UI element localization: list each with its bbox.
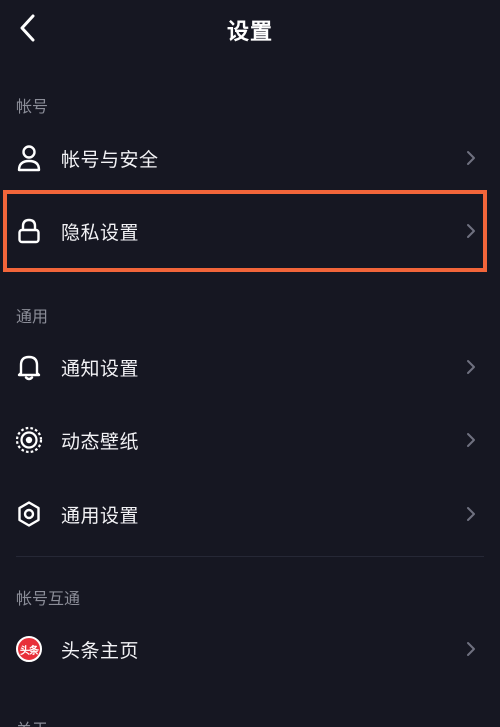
toutiao-logo-icon: 头条 <box>14 634 44 664</box>
header: 设置 <box>0 0 500 60</box>
user-icon <box>14 143 44 173</box>
section-title-general: 通用 <box>16 307 49 326</box>
lock-icon <box>14 216 44 246</box>
wallpaper-icon <box>14 425 44 455</box>
settings-item-toutiao-homepage[interactable]: 头条 头条主页 <box>0 619 500 679</box>
section-title-about: 关于 <box>16 716 48 727</box>
bell-icon <box>14 352 44 382</box>
settings-item-label: 隐私设置 <box>61 221 140 244</box>
divider <box>16 556 484 557</box>
settings-item-label: 通知设置 <box>61 357 140 380</box>
section-title-account-linking: 帐号互通 <box>16 589 81 608</box>
chevron-right-icon <box>464 221 478 241</box>
chevron-right-icon <box>464 504 478 524</box>
settings-item-account-security[interactable]: 帐号与安全 <box>0 128 500 188</box>
chevron-right-icon <box>464 148 478 168</box>
chevron-right-icon <box>464 357 478 377</box>
toutiao-badge: 头条 <box>16 636 42 662</box>
settings-item-live-wallpaper[interactable]: 动态壁纸 <box>0 410 500 470</box>
chevron-right-icon <box>464 639 478 659</box>
settings-item-label: 通用设置 <box>61 504 140 527</box>
section-title-account: 帐号 <box>16 97 49 116</box>
gear-icon <box>14 499 44 529</box>
settings-item-general[interactable]: 通用设置 <box>0 484 500 544</box>
settings-item-label: 动态壁纸 <box>61 430 140 453</box>
settings-item-privacy[interactable]: 隐私设置 <box>0 201 500 261</box>
chevron-right-icon <box>464 430 478 450</box>
settings-item-label: 帐号与安全 <box>61 148 159 171</box>
settings-screen: 设置 帐号 帐号与安全 隐私设置 通用 通知设置 动态壁纸 通用设置 帐号互通 … <box>0 0 500 727</box>
page-title: 设置 <box>226 20 273 45</box>
settings-item-notifications[interactable]: 通知设置 <box>0 337 500 397</box>
settings-item-label: 头条主页 <box>61 639 140 662</box>
